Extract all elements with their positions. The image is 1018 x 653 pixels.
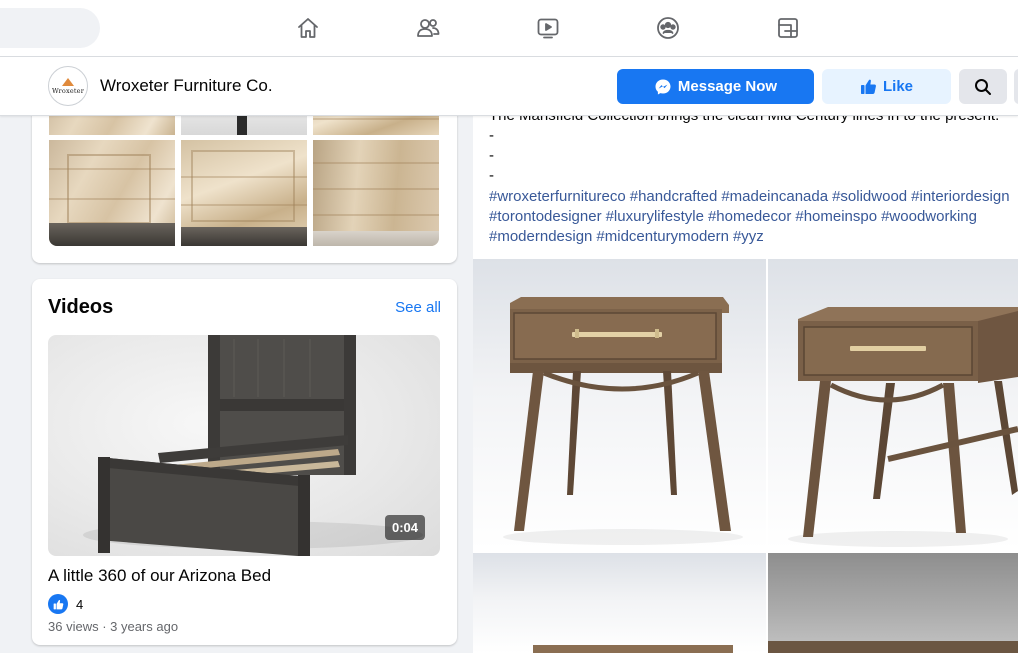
video-title[interactable]: A little 360 of our Arizona Bed (48, 566, 271, 586)
nightstand-angle-image (788, 307, 1018, 547)
thumbs-up-icon (860, 79, 876, 94)
hashtag-link[interactable]: #madeincanada (721, 188, 828, 205)
post-text-dash: - (489, 127, 494, 144)
post-photo[interactable] (473, 259, 766, 550)
groups-icon[interactable] (652, 12, 684, 44)
video-duration: 0:04 (384, 515, 425, 540)
post-hashtags: #wroxeterfurnitureco #handcrafted #madeinc… (489, 187, 1018, 247)
watch-icon[interactable] (532, 12, 564, 44)
post-photo[interactable] (473, 553, 766, 653)
search-box[interactable] (0, 8, 100, 48)
hashtag-link[interactable]: #midcenturymodern (596, 228, 729, 245)
post-text-dash: - (489, 147, 494, 164)
hashtag-link[interactable]: #yyz (733, 228, 764, 245)
page-header: Wroxeter Wroxeter Furniture Co. Message … (0, 57, 1018, 116)
photo-thumbnail[interactable] (49, 140, 175, 246)
post-text-dash: - (489, 167, 494, 184)
bed-image (83, 335, 423, 556)
like-label: Like (882, 78, 913, 95)
nightstand-front-image (503, 297, 743, 545)
page-title[interactable]: Wroxeter Furniture Co. (100, 76, 273, 96)
top-navigation-bar (0, 0, 1018, 57)
videos-section-title: Videos (48, 296, 114, 318)
like-reaction-icon (48, 594, 68, 614)
hashtag-link[interactable]: #wroxeterfurnitureco (489, 188, 626, 205)
hashtag-link[interactable]: #handcrafted (630, 188, 718, 205)
post-photo[interactable] (768, 553, 1018, 653)
videos-card: Videos See all 0:04 A little 360 of our … (32, 279, 457, 645)
like-page-button[interactable]: Like (822, 69, 951, 104)
search-icon (975, 78, 991, 95)
hashtag-link[interactable]: #homeinspo (795, 208, 877, 225)
photo-thumbnail[interactable] (313, 140, 439, 246)
messenger-icon (655, 79, 671, 94)
message-now-label: Message Now (677, 78, 778, 95)
hashtag-link[interactable]: #luxurylifestyle (606, 208, 704, 225)
post-card: The Mansfield Collection brings the clea… (473, 90, 1018, 653)
post-photo[interactable] (768, 259, 1018, 550)
photo-thumbnail[interactable] (181, 140, 307, 246)
page-avatar[interactable]: Wroxeter (48, 66, 88, 106)
avatar-logo-text: Wroxeter (51, 86, 85, 95)
friends-icon[interactable] (412, 12, 444, 44)
see-all-videos-link[interactable]: See all (395, 299, 441, 316)
hashtag-link[interactable]: #homedecor (708, 208, 791, 225)
home-icon[interactable] (292, 12, 324, 44)
hashtag-link[interactable]: #torontodesigner (489, 208, 602, 225)
video-thumbnail[interactable]: 0:04 (48, 335, 440, 556)
video-views-and-age: 36 views · 3 years ago (48, 619, 179, 634)
page-search-button[interactable] (959, 69, 1007, 104)
hashtag-link[interactable]: #interiordesign (911, 188, 1009, 205)
hashtag-link[interactable]: #moderndesign (489, 228, 592, 245)
video-reactions[interactable]: 4 (48, 594, 83, 614)
logo-mark-icon (62, 77, 74, 86)
more-button[interactable] (1014, 69, 1018, 104)
message-now-button[interactable]: Message Now (617, 69, 814, 104)
hashtag-link[interactable]: #solidwood (832, 188, 907, 205)
video-like-count: 4 (76, 596, 84, 612)
gaming-icon[interactable] (772, 12, 804, 44)
hashtag-link[interactable]: #woodworking (881, 208, 977, 225)
